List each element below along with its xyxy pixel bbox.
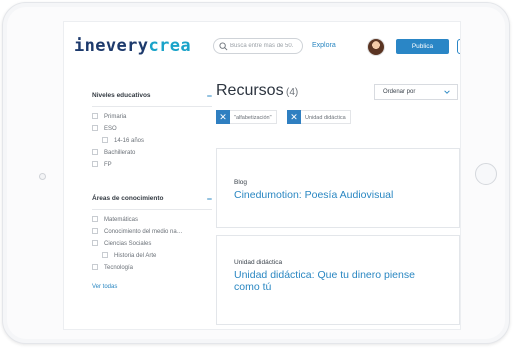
filter-option[interactable]: Matemáticas [92,216,212,228]
logo-part-crea: crea [148,36,191,56]
divider [92,209,212,210]
results-count: (4) [286,87,299,98]
filter-option-label: Ciencias Sociales [104,241,152,247]
checkbox[interactable] [102,252,108,258]
filter-option[interactable]: FP [92,161,212,173]
menu-button[interactable] [457,39,460,54]
filter-option-label: Tecnología [104,265,134,271]
checkbox[interactable] [92,228,98,234]
avatar[interactable] [367,38,385,56]
checkbox[interactable] [92,149,98,155]
collapse-icon[interactable]: − [207,92,212,101]
divider [92,106,212,107]
checkbox[interactable] [92,216,98,222]
filter-option-label: Primaria [104,114,127,120]
checkbox[interactable] [92,264,98,270]
filters-sidebar: Niveles educativos − Primaria ESO 14-16 … [92,92,212,276]
checkbox[interactable] [92,240,98,246]
filter-group-niveles: Niveles educativos − Primaria ESO 14-16 … [92,92,212,173]
filter-option-label: Bachillerato [104,150,136,156]
filter-title-label: Áreas de conocimiento [92,195,164,202]
filter-option[interactable]: Bachillerato [92,149,212,161]
app-screen: ineverycrea Explora Publica Niveles educ… [63,21,461,330]
resource-card[interactable]: Unidad didáctica Unidad didáctica: Que t… [216,235,460,325]
filter-option[interactable]: 14-16 años [92,137,212,149]
filter-option[interactable]: ESO [92,125,212,137]
sort-label: Ordenar por [383,89,416,95]
page-title: Recursos [216,82,284,99]
filter-option[interactable]: Primaria [92,113,212,125]
close-icon[interactable]: ✕ [287,110,301,124]
filter-title: Áreas de conocimiento − [92,195,212,207]
checkbox[interactable] [102,137,108,143]
filter-option-label: ESO [104,126,117,132]
chip-label: "alfabetización" [230,110,277,124]
tablet-frame: ineverycrea Explora Publica Niveles educ… [2,2,510,344]
explora-link[interactable]: Explora [312,42,336,49]
checkbox[interactable] [92,113,98,119]
search-icon [219,42,228,51]
logo[interactable]: ineverycrea [74,36,191,56]
home-button[interactable] [475,163,497,185]
resource-card[interactable]: Blog Cinedumotion: Poesía Audiovisual [216,148,460,228]
publica-button[interactable]: Publica [396,39,449,54]
active-filters: ✕ "alfabetización" ✕ Unidad didáctica [216,110,460,128]
filter-option[interactable]: Tecnología [92,264,212,276]
resource-title[interactable]: Cinedumotion: Poesía Audiovisual [234,189,434,201]
filter-option-label: Historia del Arte [114,253,157,259]
filter-option-label: Conocimiento del medio na… [104,229,183,235]
filter-title: Niveles educativos − [92,92,212,104]
results-header: Recursos (4) Ordenar por [216,80,460,106]
search-box[interactable] [213,38,303,54]
filter-option[interactable]: Conocimiento del medio na… [92,228,212,240]
logo-part-inevery: inevery [74,36,149,56]
resource-type: Blog [234,179,248,186]
checkbox[interactable] [92,161,98,167]
filter-option[interactable]: Ciencias Sociales [92,240,212,252]
results-panel: Recursos (4) Ordenar por ✕ "alfabetizaci… [216,80,460,325]
chevron-down-icon [444,90,450,94]
search-input[interactable] [230,40,300,52]
checkbox[interactable] [92,125,98,131]
filter-option-label: 14-16 años [114,138,145,144]
sort-dropdown[interactable]: Ordenar por [374,84,458,100]
filter-group-areas: Áreas de conocimiento − Matemáticas Cono… [92,195,212,276]
resource-title[interactable]: Unidad didáctica: Que tu dinero piense c… [234,269,434,293]
filter-option-label: Matemáticas [104,217,139,223]
resource-type: Unidad didáctica [234,259,283,266]
header: ineverycrea Explora Publica [64,22,460,70]
chip-label: Unidad didáctica [301,110,351,124]
filter-option[interactable]: Historia del Arte [92,252,212,264]
filter-option-label: FP [104,162,112,168]
collapse-icon[interactable]: − [207,195,212,204]
see-all-link[interactable]: Ver todas [92,284,117,290]
camera [39,173,46,180]
filter-title-label: Niveles educativos [92,92,151,99]
close-icon[interactable]: ✕ [216,110,230,124]
